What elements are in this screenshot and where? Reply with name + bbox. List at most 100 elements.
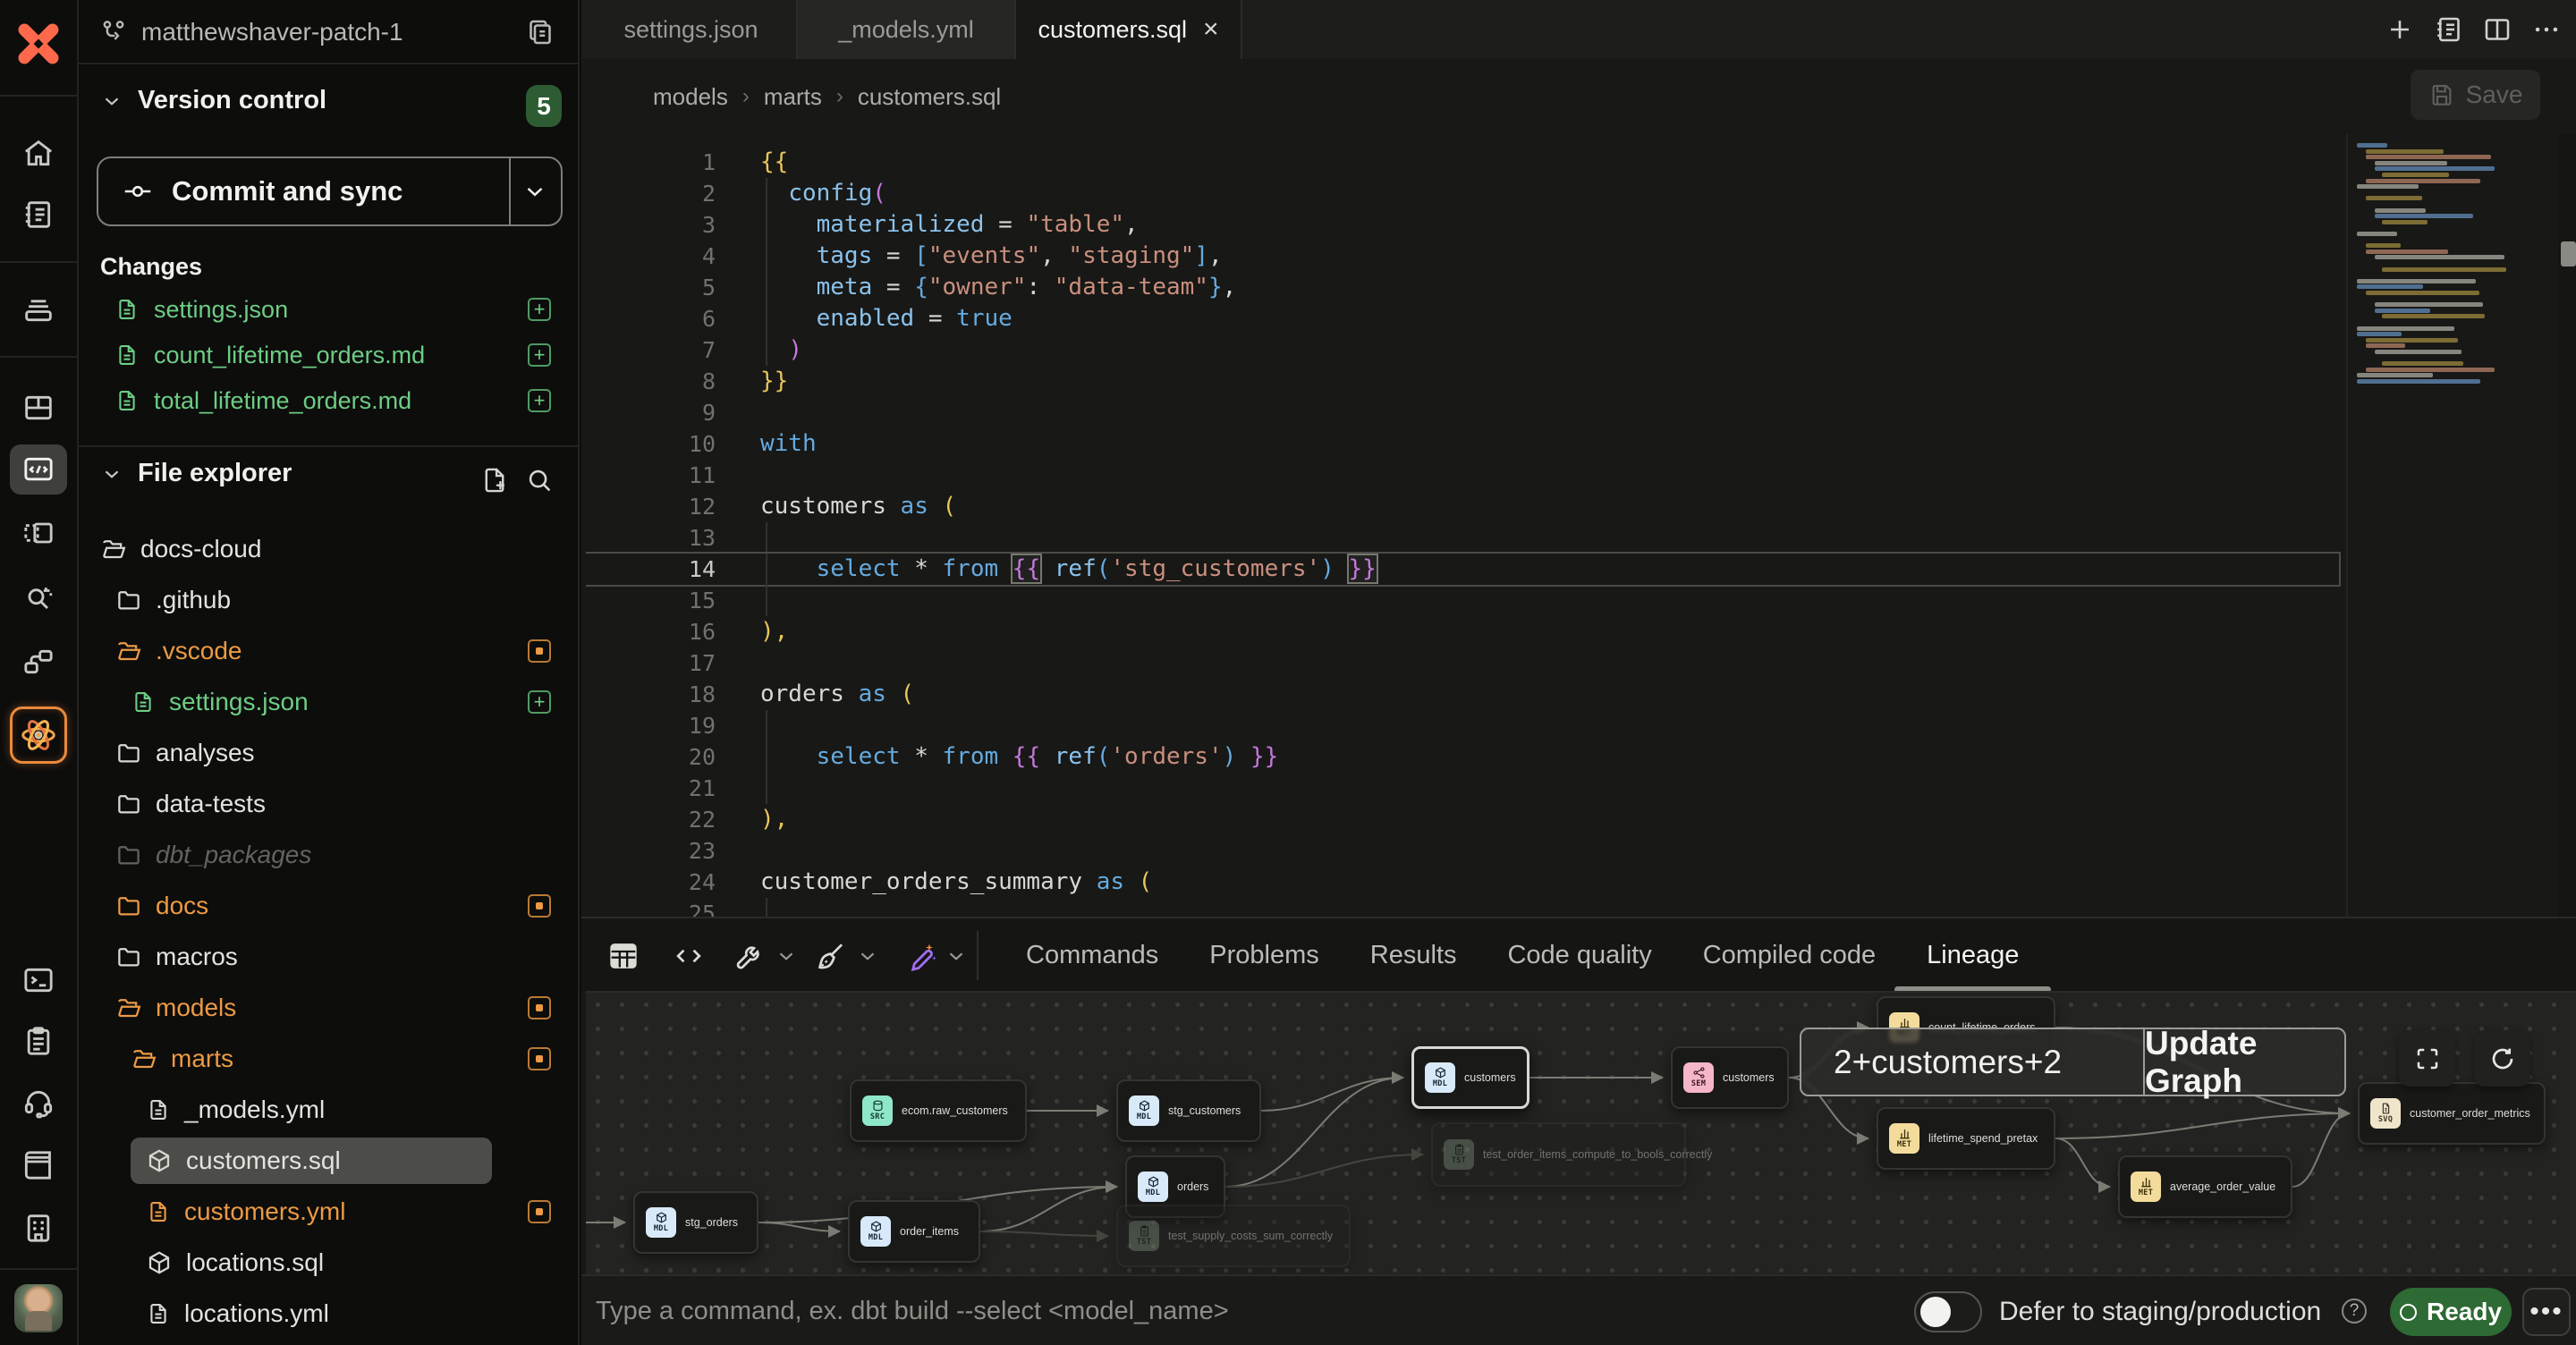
panel-tab-code-quality[interactable]: Code quality [1507,918,1651,993]
command-input[interactable]: Type a command, ex. dbt build --select <… [596,1276,1229,1345]
user-avatar[interactable] [14,1284,63,1332]
ready-status-badge[interactable]: Ready [2390,1288,2512,1336]
file-tree-item-data-tests[interactable]: data-tests [79,781,578,827]
stage-add-icon[interactable]: + [528,343,551,367]
refresh-graph-icon[interactable] [2474,1030,2530,1087]
change-item[interactable]: count_lifetime_orders.md+ [79,333,578,377]
minimap-line [2375,309,2430,313]
lineage-node-customers[interactable]: MDLcustomers [1411,1046,1530,1109]
version-control-header[interactable]: Version control [100,86,326,115]
panel-tab-results[interactable]: Results [1370,918,1457,993]
file-tree-item-settings-json[interactable]: settings.json+ [79,679,578,725]
scrollbar-handle[interactable] [2561,241,2576,266]
more-actions-button[interactable]: ••• [2522,1288,2571,1336]
new-tab-plus-icon[interactable] [2382,12,2418,47]
docs-book-icon[interactable] [10,1140,67,1190]
split-editor-icon[interactable] [2479,12,2515,47]
defer-toggle[interactable] [1914,1291,1982,1332]
lineage-node-stg-orders[interactable]: MDLstg_orders [633,1191,758,1254]
panel-tab-commands[interactable]: Commands [1026,918,1158,993]
tab--models-yml[interactable]: _models.yml [798,0,1016,59]
file-tree-item-docs-cloud[interactable]: docs-cloud [79,526,578,572]
chevron-down-icon[interactable] [856,944,879,968]
file-tree-item-locations-sql[interactable]: locations.sql [79,1239,578,1286]
more-options-icon[interactable] [2529,12,2564,47]
home-icon[interactable] [10,129,67,179]
search-files-icon[interactable] [524,465,555,495]
save-button[interactable]: Save [2411,70,2540,120]
file-tree-item-docs[interactable]: docs [79,883,578,929]
file-tree-item-marts[interactable]: marts [79,1036,578,1082]
code-editor-icon[interactable] [10,444,67,495]
lineage-node-average-order-value[interactable]: METaverage_order_value [2118,1155,2292,1218]
compiled-code-icon[interactable] [672,936,706,976]
stage-add-icon[interactable]: + [528,389,551,412]
lineage-node-test-order-items-compute-to-bools-correctly[interactable]: TSTtest_order_items_compute_to_bools_cor… [1431,1122,1686,1187]
query-explorer-icon[interactable] [10,572,67,622]
tab-settings-json[interactable]: settings.json [586,0,798,59]
file-tree-item-locations-yml[interactable]: locations.yml [79,1290,578,1337]
code-editor[interactable]: 1{{2 config(3 materialized = "table",4 t… [586,134,2576,917]
branch-selector[interactable]: matthewshaver-patch-1 [98,0,403,64]
lineage-node-ecom-raw-customers[interactable]: SRCecom.raw_customers [850,1079,1027,1142]
org-building-icon[interactable] [10,1203,67,1253]
change-item[interactable]: settings.json+ [79,287,578,332]
chevron-down-icon[interactable] [945,944,968,968]
lineage-selector-input[interactable]: 2+customers+2 [1801,1029,2143,1095]
tab-customers-sql[interactable]: customers.sql× [1016,0,1242,59]
file-tree-item-customers-yml[interactable]: customers.yml [79,1189,578,1235]
panel-tab-compiled-code[interactable]: Compiled code [1703,918,1876,993]
chevron-down-icon[interactable] [775,944,798,968]
notebook-panel-icon[interactable] [2431,12,2467,47]
file-tree-item--vscode[interactable]: .vscode [79,628,578,674]
lineage-node-customer-order-metrics[interactable]: SVQcustomer_order_metrics [2358,1082,2546,1145]
minimap[interactable] [2346,134,2558,917]
file-explorer-header[interactable]: File explorer [100,459,292,488]
lineage-node-order-items[interactable]: MDLorder_items [848,1200,980,1263]
editor-scrollbar[interactable] [2558,134,2576,917]
file-tree-item-models[interactable]: models [79,985,578,1031]
commit-and-sync-button[interactable]: Commit and sync [97,156,563,226]
breadcrumb-item[interactable]: customers.sql [858,83,1001,111]
file-tree-item-customers-sql[interactable]: customers.sql [79,1138,578,1184]
lineage-node-stg-customers[interactable]: MDLstg_customers [1116,1079,1261,1142]
minimap-line [2366,155,2491,159]
clean-broom-icon[interactable] [815,936,879,976]
ai-fix-icon[interactable] [905,936,968,976]
panel-tab-problems[interactable]: Problems [1209,918,1319,993]
grid-icon[interactable] [10,383,67,433]
close-tab-icon[interactable]: × [1203,14,1219,45]
build-wrench-icon[interactable] [733,936,798,976]
copy-branch-icon[interactable] [524,16,556,48]
file-tree-item--models-yml[interactable]: _models.yml [79,1087,578,1133]
lineage-node-customers[interactable]: SEMcustomers [1671,1046,1789,1109]
stack-icon[interactable] [10,284,67,334]
file-tree-item-macros[interactable]: macros [79,934,578,980]
update-graph-button[interactable]: Update Graph [2143,1029,2344,1095]
line-number: 23 [586,835,716,867]
terminal-icon[interactable] [10,955,67,1005]
file-tree-item--github[interactable]: .github [79,577,578,623]
results-table-icon[interactable] [606,936,641,976]
panels-icon[interactable] [10,508,67,558]
lineage-node-test-supply-costs-sum-correctly[interactable]: TSTtest_supply_costs_sum_correctly [1116,1205,1351,1267]
fullscreen-icon[interactable] [2399,1030,2455,1087]
clipboard-icon[interactable] [10,1016,67,1066]
lineage-graph[interactable]: SRCecom.raw_customers MDLstg_customers MDL… [586,991,2576,1274]
help-question-icon[interactable]: ? [2342,1298,2367,1324]
file-tree-item-dbt-packages[interactable]: dbt_packages [79,832,578,878]
breadcrumb-item[interactable]: models [653,83,728,111]
lineage-node-lifetime-spend-pretax[interactable]: METlifetime_spend_pretax [1877,1107,2055,1170]
flow-icon[interactable] [10,637,67,687]
file-tree-item-analyses[interactable]: analyses [79,730,578,776]
change-item[interactable]: total_lifetime_orders.md+ [79,378,578,423]
commit-options-chevron[interactable] [509,158,561,224]
notebook-icon[interactable] [10,190,67,240]
stage-add-icon[interactable]: + [528,298,551,321]
headset-support-icon[interactable] [10,1078,67,1128]
dbt-logo[interactable] [10,13,67,75]
panel-tab-lineage[interactable]: Lineage [1927,918,2019,993]
dbt-copilot-atom-icon[interactable] [10,706,67,764]
breadcrumb-item[interactable]: marts [764,83,822,111]
new-file-icon[interactable] [479,465,510,495]
